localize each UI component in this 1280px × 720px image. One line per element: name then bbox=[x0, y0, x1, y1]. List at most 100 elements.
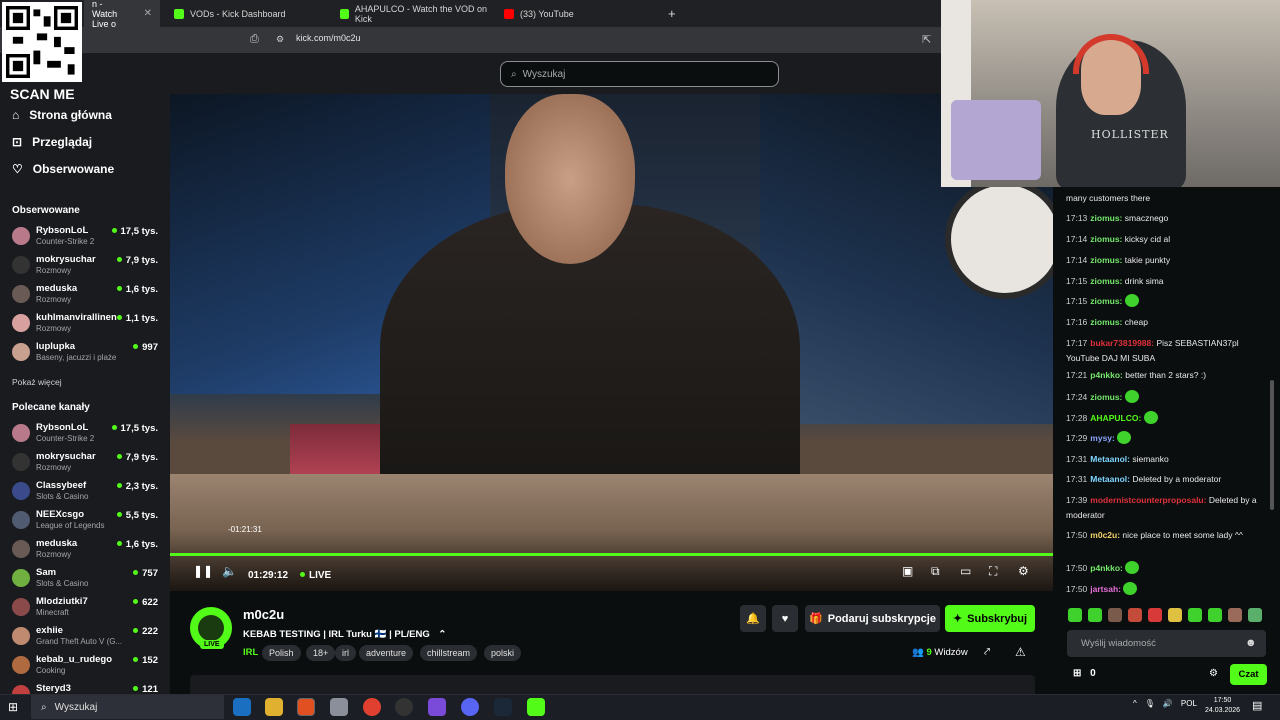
subscribe-button[interactable]: ✦ Subskrybuj bbox=[945, 605, 1035, 632]
edge-icon[interactable] bbox=[233, 698, 251, 716]
sidebar-channel[interactable]: Classybeef Slots & Casino 2,3 tys. bbox=[12, 480, 162, 508]
sidebar-channel[interactable]: RybsonLoL Counter-Strike 2 17,5 tys. bbox=[12, 422, 162, 450]
chat-username[interactable]: Metaanol: bbox=[1090, 454, 1130, 464]
emote-icon[interactable] bbox=[1128, 608, 1142, 622]
show-more-link[interactable]: Pokaż więcej bbox=[12, 377, 62, 387]
tag-chip[interactable]: 18+ bbox=[306, 645, 336, 661]
tag-chip[interactable]: Polish bbox=[262, 645, 301, 661]
streamer-name[interactable]: m0c2u bbox=[243, 607, 284, 622]
pause-icon[interactable]: ❚❚ bbox=[193, 564, 213, 578]
live-indicator[interactable]: LIVE bbox=[300, 570, 331, 581]
chat-username[interactable]: AHAPULCO: bbox=[1090, 413, 1141, 423]
theater-mode-icon[interactable]: ▭ bbox=[960, 564, 971, 578]
chat-username[interactable]: p4nkko: bbox=[1090, 563, 1123, 573]
emote-icon[interactable] bbox=[1088, 608, 1102, 622]
sidebar-channel[interactable]: Mlodziutki7 Minecraft 622 bbox=[12, 596, 162, 624]
share-icon[interactable]: ⤤ bbox=[984, 646, 990, 659]
taskbar-search[interactable]: ⌕ Wyszukaj bbox=[31, 695, 224, 719]
tab-vods-dashboard[interactable]: VODs - Kick Dashboard bbox=[166, 0, 331, 27]
tab-ahapulco-vod[interactable]: AHAPULCO - Watch the VOD on Kick bbox=[332, 0, 497, 27]
sidebar-channel[interactable]: NEEXcsgo League of Legends 5,5 tys. bbox=[12, 509, 162, 537]
speaker-icon[interactable]: 🔊 bbox=[1163, 699, 1173, 708]
sidebar-channel[interactable]: meduska Rozmowy 1,6 tys. bbox=[12, 538, 162, 566]
chat-username[interactable]: ziomus: bbox=[1090, 255, 1122, 265]
tag-chip[interactable]: chillstream bbox=[420, 645, 478, 661]
emote-icon[interactable] bbox=[1068, 608, 1082, 622]
chat-username[interactable]: ziomus: bbox=[1090, 276, 1122, 286]
emote-icon[interactable] bbox=[1248, 608, 1262, 622]
chat-scrollbar[interactable] bbox=[1270, 380, 1274, 510]
emote-icon[interactable] bbox=[1168, 608, 1182, 622]
chat-username[interactable]: ziomus: bbox=[1090, 213, 1122, 223]
emote-icon[interactable] bbox=[1188, 608, 1202, 622]
notification-bell-button[interactable]: 🔔 bbox=[740, 605, 766, 632]
chat-username[interactable]: m0c2u: bbox=[1090, 530, 1120, 540]
sidebar-channel[interactable]: kebab_u_rudego Cooking 152 bbox=[12, 654, 162, 682]
new-tab-button[interactable]: + bbox=[660, 0, 684, 27]
emote-icon[interactable] bbox=[1208, 608, 1222, 622]
share-page-icon[interactable]: ⇱ bbox=[922, 33, 931, 46]
tag-chip[interactable]: polski bbox=[484, 645, 522, 661]
app-icon[interactable] bbox=[330, 698, 348, 716]
chat-username[interactable]: mysy: bbox=[1090, 433, 1115, 443]
sidebar-channel[interactable]: kuhlmanvirallinen Rozmowy 1,1 tys. bbox=[12, 312, 162, 340]
brave-icon[interactable] bbox=[297, 698, 315, 716]
windows-start-icon[interactable]: ⊞ bbox=[8, 700, 18, 714]
microphone-icon[interactable]: 🎙 bbox=[1145, 699, 1155, 708]
chat-username[interactable]: modernistcounterproposalu: bbox=[1090, 495, 1206, 505]
nav-home[interactable]: ⌂ Strona główna bbox=[12, 108, 112, 122]
chat-username[interactable]: ziomus: bbox=[1090, 296, 1122, 306]
discord-icon[interactable] bbox=[461, 698, 479, 716]
chat-username[interactable]: ziomus: bbox=[1090, 317, 1122, 327]
language-indicator[interactable]: POL bbox=[1181, 699, 1197, 708]
follow-button[interactable]: ♥ bbox=[772, 605, 798, 632]
chat-input[interactable]: Wyślij wiadomość bbox=[1067, 630, 1266, 657]
url-field[interactable]: kick.com/m0c2u bbox=[296, 33, 361, 43]
bookmark-icon[interactable]: ⎙ bbox=[250, 33, 259, 46]
tag-chip[interactable]: irl bbox=[335, 645, 356, 661]
chevron-up-icon[interactable]: ⌃ bbox=[438, 629, 446, 640]
sidebar-channel[interactable]: mokrysuchar Rozmowy 7,9 tys. bbox=[12, 254, 162, 282]
sidebar-channel[interactable]: RybsonLoL Counter-Strike 2 17,5 tys. bbox=[12, 225, 162, 253]
close-icon[interactable]: ✕ bbox=[144, 8, 152, 19]
nav-following[interactable]: ♡ Obserwowane bbox=[12, 162, 114, 176]
emote-icon[interactable] bbox=[1108, 608, 1122, 622]
chat-settings-icon[interactable]: ⚙ bbox=[1209, 668, 1218, 679]
emote-icon[interactable] bbox=[1148, 608, 1162, 622]
tag-chip[interactable]: adventure bbox=[359, 645, 414, 661]
emoji-picker-icon[interactable]: ☻ bbox=[1245, 637, 1257, 649]
obs-icon[interactable] bbox=[395, 698, 413, 716]
app-icon[interactable] bbox=[428, 698, 446, 716]
tab-youtube[interactable]: (33) YouTube bbox=[496, 0, 661, 27]
file-explorer-icon[interactable] bbox=[265, 698, 283, 716]
chat-send-button[interactable]: Czat bbox=[1230, 664, 1267, 685]
sidebar-channel[interactable]: exhiie Grand Theft Auto V (G... 222 bbox=[12, 625, 162, 653]
chevron-up-icon[interactable]: ^ bbox=[1133, 699, 1137, 708]
search-input[interactable]: ⌕ Wyszukaj bbox=[500, 61, 779, 87]
tab-kick-live[interactable]: n - Watch Live o ✕ bbox=[84, 0, 160, 29]
volume-icon[interactable]: 🔈 bbox=[222, 564, 237, 578]
site-settings-icon[interactable]: ⚙ bbox=[276, 34, 284, 45]
system-clock[interactable]: 17:50 24.03.2026 bbox=[1205, 696, 1240, 716]
chat-username[interactable]: ziomus: bbox=[1090, 234, 1122, 244]
emote-icon[interactable] bbox=[1228, 608, 1242, 622]
sidebar-channel[interactable]: Sam Slots & Casino 757 bbox=[12, 567, 162, 595]
stream-category[interactable]: IRL bbox=[243, 647, 258, 658]
nav-browse[interactable]: ⊡ Przeglądaj bbox=[12, 135, 92, 149]
chat-username[interactable]: Metaanol: bbox=[1090, 474, 1130, 484]
chrome-icon[interactable] bbox=[363, 698, 381, 716]
pip-icon[interactable]: ▣ bbox=[902, 564, 913, 578]
clip-icon[interactable]: ⧉ bbox=[931, 564, 940, 579]
chat-username[interactable]: bukar73819988: bbox=[1090, 338, 1154, 348]
gift-subscriptions-button[interactable]: 🎁 Podaruj subskrypcje bbox=[805, 605, 940, 632]
fullscreen-icon[interactable]: ⛶ bbox=[989, 564, 997, 579]
channel-points[interactable]: ⊞ 0 bbox=[1073, 668, 1096, 679]
chat-username[interactable]: ziomus: bbox=[1090, 392, 1122, 402]
kick-app-icon[interactable] bbox=[527, 698, 545, 716]
sidebar-channel[interactable]: luplupka Baseny, jacuzzi i plaże 997 bbox=[12, 341, 162, 369]
report-icon[interactable]: ⚠ bbox=[1015, 645, 1026, 659]
chat-username[interactable]: p4nkko: bbox=[1090, 370, 1123, 380]
sidebar-channel[interactable]: mokrysuchar Rozmowy 7,9 tys. bbox=[12, 451, 162, 479]
steam-icon[interactable] bbox=[494, 698, 512, 716]
notification-icon[interactable]: ▤ bbox=[1252, 699, 1262, 712]
